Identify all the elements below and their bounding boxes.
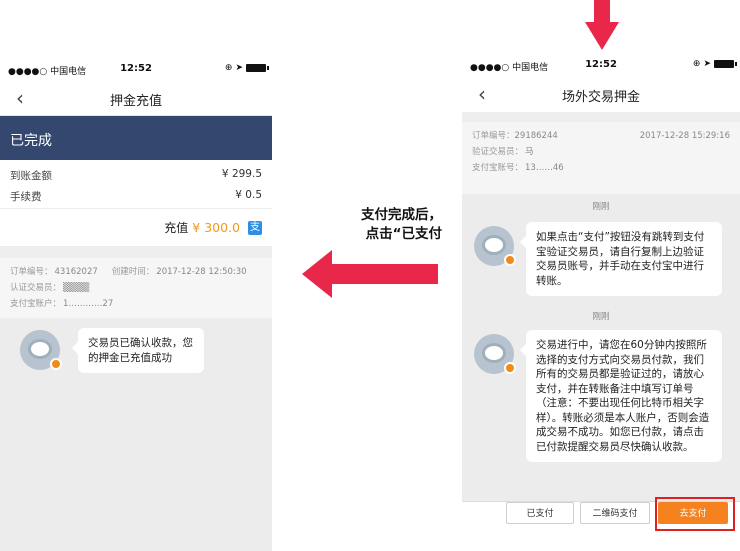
avatar-icon xyxy=(20,330,62,370)
status-bar: ●●●●○ 中国电信 12:52 ⊕ ➤ xyxy=(0,58,272,82)
chat-area: 交易员已确认收款，您的押金已充值成功 xyxy=(0,318,272,551)
avatar-icon xyxy=(474,226,516,266)
nav-bar: ‹ 押金充值 xyxy=(0,82,272,116)
order-date: 2017-12-28 15:29:16 xyxy=(639,131,730,141)
location-icon: ➤ xyxy=(235,63,243,73)
alipay-row: 支付宝账户： 1…………27 xyxy=(10,296,262,312)
status-icons: ⊕ ➤ xyxy=(692,59,737,69)
alipay-icon: 支 xyxy=(248,220,262,235)
page-title: 押金充值 xyxy=(109,94,162,109)
rotation-lock-icon: ⊕ xyxy=(692,59,701,69)
order-number-label: 订单编号： xyxy=(10,267,53,277)
order-number: 29186244 xyxy=(514,131,558,141)
arrow-left-icon xyxy=(302,250,438,298)
instruction-annotation: 支付完成后， 点击“已支付 xyxy=(318,206,442,244)
order-info: 订单编号：29186244 2017-12-28 15:29:16 验证交易员：… xyxy=(462,122,740,194)
right-phone-screen: ●●●●○ 中国电信 12:52 ⊕ ➤ ‹ 场外交易押金 订单编号：29186… xyxy=(462,54,740,551)
alipay-account: 13……46 xyxy=(525,163,564,173)
fee-value: ¥ 0.5 xyxy=(235,189,262,201)
message-bubble: 如果点击“支付”按钮没有跳转到支付宝验证交易员，请自行复制上边验证交易员账号，并… xyxy=(520,222,722,296)
alipay-row: 支付宝账号： 13……46 xyxy=(472,160,730,176)
dealer-label: 认证交易员： xyxy=(10,283,62,293)
received-amount-row: 到账金额 ¥ 299.5 xyxy=(0,168,272,183)
received-amount-value: ¥ 299.5 xyxy=(221,168,262,180)
recharge-amount: ¥ 300.0 xyxy=(192,220,240,235)
timestamp: 刚刚 xyxy=(592,202,610,212)
alipay-label: 支付宝账户： xyxy=(10,299,62,309)
dealer-label: 验证交易员： xyxy=(472,147,524,157)
divider xyxy=(0,246,272,258)
nav-bar: ‹ 场外交易押金 xyxy=(462,78,740,112)
arrow-down-icon xyxy=(585,0,619,50)
annotation-line-2: 点击“已支付 xyxy=(365,226,442,242)
paid-button[interactable]: 已支付 xyxy=(506,502,574,524)
page-title: 场外交易押金 xyxy=(561,90,640,105)
message-bubble: 交易进行中，请您在60分钟内按照所选择的支付方式向交易员付款，我们所有的交易员都… xyxy=(520,330,722,462)
status-icons: ⊕ ➤ xyxy=(224,63,269,73)
order-number-label: 订单编号： xyxy=(472,131,515,141)
highlight-box xyxy=(655,497,735,531)
battery-icon xyxy=(246,64,269,72)
divider xyxy=(462,112,740,122)
location-icon: ➤ xyxy=(703,59,711,69)
dealer-row: 认证交易员： ▒▒▒▒ xyxy=(10,280,262,296)
alipay-account: 1…………27 xyxy=(63,299,114,309)
fee-label: 手续费 xyxy=(10,191,42,203)
left-phone-screen: ●●●●○ 中国电信 12:52 ⊕ ➤ ‹ 押金充值 已完成 到账金额 ¥ 2… xyxy=(0,58,272,551)
battery-icon xyxy=(714,60,737,68)
rotation-lock-icon: ⊕ xyxy=(224,63,233,73)
dealer-row: 验证交易员： 马 xyxy=(472,144,730,160)
order-number-row: 订单编号：29186244 2017-12-28 15:29:16 xyxy=(472,128,730,144)
dealer-masked: ▒▒▒▒ xyxy=(63,283,90,293)
recharge-label: 充值 xyxy=(164,221,189,235)
alipay-label: 支付宝账号： xyxy=(472,163,524,173)
created-time-label: 创建时间： xyxy=(111,267,155,277)
received-amount-label: 到账金额 xyxy=(10,170,52,182)
message-bubble: 交易员已确认收款，您的押金已充值成功 xyxy=(72,328,204,373)
avatar-icon xyxy=(474,334,516,374)
amount-rows: 到账金额 ¥ 299.5 手续费 ¥ 0.5 xyxy=(0,160,272,208)
order-info: 订单编号： 43162027 创建时间： 2017-12-28 12:50:30… xyxy=(0,258,272,318)
annotation-line-1: 支付完成后， xyxy=(361,207,442,223)
qr-pay-button[interactable]: 二维码支付 xyxy=(580,502,650,524)
recharge-row: 充值 ¥ 300.0 支 xyxy=(0,208,272,246)
order-number: 43162027 xyxy=(54,267,98,277)
status-banner: 已完成 xyxy=(0,116,272,160)
order-number-row: 订单编号： 43162027 创建时间： 2017-12-28 12:50:30 xyxy=(10,264,262,280)
created-time: 2017-12-28 12:50:30 xyxy=(156,267,247,277)
timestamp: 刚刚 xyxy=(592,312,610,322)
dealer-name: 马 xyxy=(525,147,534,157)
status-bar: ●●●●○ 中国电信 12:52 ⊕ ➤ xyxy=(462,54,740,78)
fee-row: 手续费 ¥ 0.5 xyxy=(0,189,272,204)
